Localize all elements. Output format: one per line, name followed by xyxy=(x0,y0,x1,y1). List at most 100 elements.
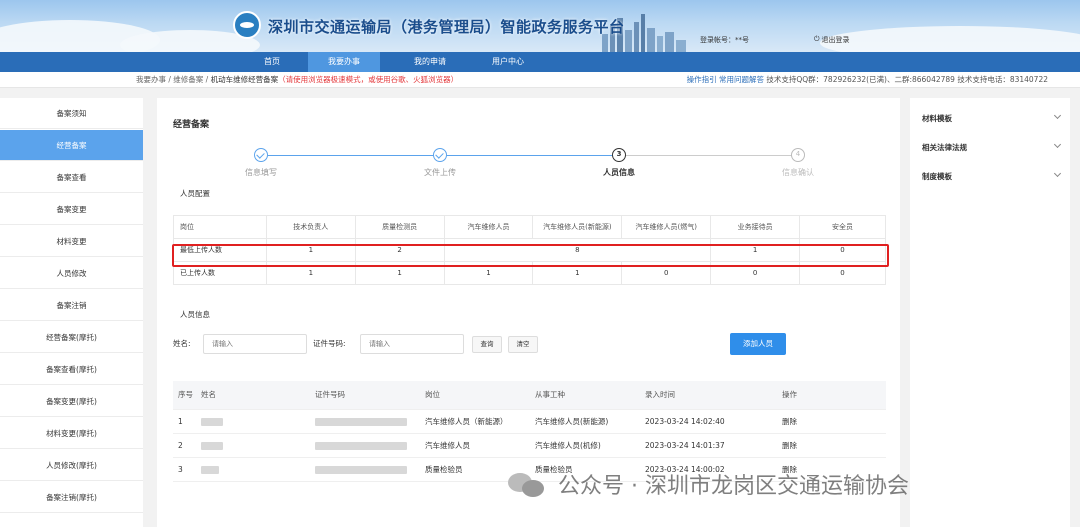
sidebar: 备案须知 经营备案 备案查看 备案变更 材料变更 人员修改 备案注销 经营备案(… xyxy=(0,98,143,527)
person-info-label: 人员信息 xyxy=(180,310,210,319)
sidebar-item-notice[interactable]: 备案须知 xyxy=(0,98,143,129)
id-cell xyxy=(315,433,425,458)
name-cell xyxy=(201,457,315,482)
table-header-cell: 录入时间 xyxy=(645,381,782,410)
type-cell: 汽车维修人员(机修) xyxy=(535,433,645,458)
highlight-box xyxy=(172,244,889,267)
accordion-label: 制度模板 xyxy=(922,172,952,181)
step-1-check-icon xyxy=(254,148,268,162)
sidebar-item-cancel-filing-moto[interactable]: 备案注销(摩托) xyxy=(0,482,143,513)
name-input[interactable] xyxy=(203,334,307,354)
accordion-label: 材料模板 xyxy=(922,114,952,123)
query-button[interactable]: 查询 xyxy=(472,336,502,353)
support-info: 操作指引 常用问题解答 技术支持QQ群：782926232(已满)、二群:866… xyxy=(687,72,1048,88)
nav-home[interactable]: 首页 xyxy=(236,52,308,72)
time-cell: 2023-03-24 14:01:37 xyxy=(645,433,782,458)
id-cell xyxy=(315,457,425,482)
clear-button[interactable]: 清空 xyxy=(508,336,538,353)
row-number: 1 xyxy=(173,409,201,434)
chevron-down-icon xyxy=(1053,140,1062,149)
table-header-cell: 汽车维修人员(新能源) xyxy=(532,215,623,239)
main-content: 经营备案 3 4 信息填写 文件上传 人员信息 信息确认 人员配置 岗位 技术负… xyxy=(157,98,900,527)
sidebar-item-business-filing[interactable]: 经营备案 xyxy=(0,130,143,161)
accordion-material-templates[interactable]: 材料模板 xyxy=(922,111,1062,124)
table-header-row: 岗位 技术负责人 质量检测员 汽车维修人员 汽车维修人员(新能源) 汽车维修人员… xyxy=(173,215,886,239)
nav-user-center[interactable]: 用户中心 xyxy=(472,52,544,72)
sidebar-item-change-filing-moto[interactable]: 备案变更(摩托) xyxy=(0,386,143,417)
accordion-system-templates[interactable]: 制度模板 xyxy=(922,169,1062,182)
portal-title: 深圳市交通运输局（港务管理局）智能政务服务平台 xyxy=(268,18,625,36)
bureau-logo xyxy=(233,11,261,39)
breadcrumb-current: 机动车维修经营备案 xyxy=(210,75,279,84)
header-banner: 深圳市交通运输局（港务管理局）智能政务服务平台 登录帐号：**号 ⏻ 退出登录 xyxy=(0,0,1080,52)
main-nav: 首页 我要办事 我的申请 用户中心 xyxy=(0,52,1080,72)
table-row: 1 汽车维修人员（新能源） 汽车维修人员(新能源) 2023-03-24 14:… xyxy=(173,409,886,434)
page-title: 经营备案 xyxy=(173,120,210,130)
watermark-text: 公众号 · 深圳市龙岗区交通运输协会 xyxy=(558,474,909,499)
step-connector xyxy=(626,155,796,156)
staff-config-label: 人员配置 xyxy=(180,189,210,198)
redacted-id xyxy=(315,465,407,474)
delete-link[interactable]: 删除 xyxy=(782,409,886,434)
accordion-label: 相关法律法规 xyxy=(922,143,967,152)
sidebar-item-change-filing[interactable]: 备案变更 xyxy=(0,194,143,225)
step-connector xyxy=(268,155,438,156)
sidebar-item-edit-staff[interactable]: 人员修改 xyxy=(0,258,143,289)
nav-my-applications[interactable]: 我的申请 xyxy=(394,52,466,72)
post-cell: 汽车维修人员 xyxy=(425,433,535,458)
wechat-watermark: 公众号 · 深圳市龙岗区交通运输协会 xyxy=(506,466,909,502)
step-2-label: 文件上传 xyxy=(424,168,456,177)
step-connector xyxy=(447,155,617,156)
step-4-indicator: 4 xyxy=(791,148,805,162)
redacted-name xyxy=(201,465,219,474)
power-icon: ⏻ xyxy=(814,35,820,43)
step-1-label: 信息填写 xyxy=(245,168,277,177)
sidebar-item-edit-staff-moto[interactable]: 人员修改(摩托) xyxy=(0,450,143,481)
chevron-down-icon xyxy=(1053,169,1062,178)
login-account: 登录帐号：**号 xyxy=(700,36,749,44)
id-number-input[interactable] xyxy=(360,334,464,354)
table-header-cell: 业务接待员 xyxy=(710,215,801,239)
step-3-label: 人员信息 xyxy=(603,168,635,177)
row-number: 3 xyxy=(173,457,201,482)
step-4-label: 信息确认 xyxy=(782,168,814,177)
name-cell xyxy=(201,409,315,434)
redacted-id xyxy=(315,441,407,450)
sidebar-item-business-filing-moto[interactable]: 经营备案(摩托) xyxy=(0,322,143,353)
step-3-indicator: 3 xyxy=(612,148,626,162)
table-header-cell: 质量检测员 xyxy=(354,215,445,239)
step-2-check-icon xyxy=(433,148,447,162)
right-panel: 材料模板 相关法律法规 制度模板 xyxy=(910,98,1070,527)
name-label: 姓名: xyxy=(173,339,191,348)
chevron-down-icon xyxy=(1053,111,1062,120)
support-text: 技术支持QQ群：782926232(已满)、二群:866042789 技术支持电… xyxy=(766,75,1048,84)
row-number: 2 xyxy=(173,433,201,458)
time-cell: 2023-03-24 14:02:40 xyxy=(645,409,782,434)
post-cell: 汽车维修人员（新能源） xyxy=(425,409,535,434)
table-header-cell: 安全员 xyxy=(799,215,886,239)
nav-services[interactable]: 我要办事 xyxy=(308,52,380,72)
sidebar-item-cancel-filing[interactable]: 备案注销 xyxy=(0,290,143,321)
faq-link[interactable]: 常用问题解答 xyxy=(719,75,764,84)
sidebar-item-change-material[interactable]: 材料变更 xyxy=(0,226,143,257)
redacted-name xyxy=(201,441,223,450)
table-header-cell: 汽车维修人员 xyxy=(443,215,534,239)
table-header-cell: 岗位 xyxy=(173,215,267,239)
accordion-laws[interactable]: 相关法律法规 xyxy=(922,140,1062,153)
guide-link[interactable]: 操作指引 xyxy=(687,75,717,84)
logout-button[interactable]: ⏻ 退出登录 xyxy=(814,35,850,45)
sidebar-item-view-filing[interactable]: 备案查看 xyxy=(0,162,143,193)
redacted-id xyxy=(315,417,407,426)
delete-link[interactable]: 删除 xyxy=(782,433,886,458)
cloud-decoration xyxy=(820,26,1080,52)
sidebar-item-view-filing-moto[interactable]: 备案查看(摩托) xyxy=(0,354,143,385)
breadcrumb-path[interactable]: 我要办事 / 维修备案 / xyxy=(136,75,211,84)
name-cell xyxy=(201,433,315,458)
wechat-icon xyxy=(506,469,548,499)
sidebar-item-change-material-moto[interactable]: 材料变更(摩托) xyxy=(0,418,143,449)
type-cell: 汽车维修人员(新能源) xyxy=(535,409,645,434)
browser-warning: （请使用浏览器极速模式，或使用谷歌、火狐浏览器） xyxy=(278,75,459,84)
add-person-button[interactable]: 添加人员 xyxy=(730,333,786,355)
table-header-cell: 从事工种 xyxy=(535,381,645,410)
breadcrumb-bar: 我要办事 / 维修备案 / 机动车维修经营备案（请使用浏览器极速模式，或使用谷歌… xyxy=(0,72,1080,88)
